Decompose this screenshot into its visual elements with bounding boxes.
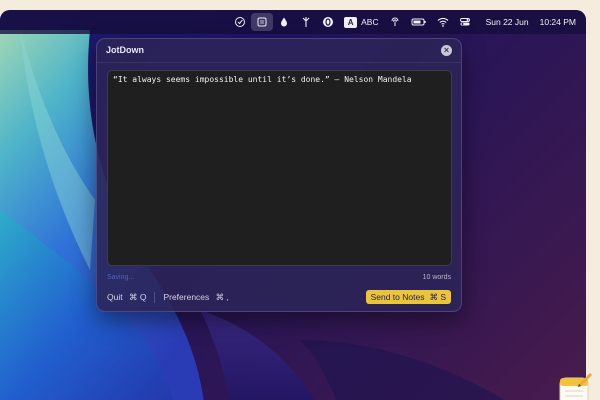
notes-app-icon[interactable] [557, 370, 593, 400]
menubar-time[interactable]: 10:24 PM [534, 17, 576, 27]
send-label: Send to Notes [370, 292, 425, 302]
panel-title: JotDown [106, 45, 144, 55]
save-status: Saving... [107, 274, 135, 281]
quit-shortcut: ⌘ Q [128, 291, 147, 302]
control-center-icon[interactable] [454, 10, 476, 34]
input-source-letter: A [344, 16, 358, 28]
quit-button[interactable]: Quit ⌘ Q [107, 292, 146, 303]
wifi-icon[interactable] [432, 10, 454, 34]
airdrop-icon[interactable] [384, 10, 406, 34]
menu-bar: A ABC Sun 22 Jun 10:24 PM [0, 10, 586, 34]
close-button[interactable]: × [441, 45, 452, 56]
panel-header: JotDown × [97, 39, 461, 63]
drop-icon[interactable] [273, 10, 295, 34]
quit-label: Quit [107, 291, 123, 302]
menubar-date[interactable]: Sun 22 Jun [476, 17, 534, 27]
o-circle-icon[interactable] [317, 10, 339, 34]
panel-footer: Quit ⌘ Q Preferences ⌘ , [107, 290, 229, 304]
fork-icon[interactable] [295, 10, 317, 34]
footer-divider [154, 291, 156, 303]
input-source-label: ABC [361, 17, 379, 27]
send-shortcut: ⌘ S [429, 291, 446, 302]
edit-check-icon[interactable] [229, 10, 251, 34]
desktop: A ABC Sun 22 Jun 10:24 PM JotDown × “It … [0, 10, 586, 400]
note-editor[interactable]: “It always seems impossible until it’s d… [107, 70, 452, 266]
preferences-label: Preferences [163, 291, 210, 302]
preferences-button[interactable]: Preferences ⌘ , [163, 292, 228, 303]
jotdown-menu-icon[interactable] [251, 13, 274, 31]
jotdown-panel: JotDown × “It always seems impossible un… [96, 38, 462, 312]
word-count: 10 words [422, 274, 451, 281]
input-source-icon[interactable]: A ABC [339, 10, 383, 34]
preferences-shortcut: ⌘ , [215, 291, 229, 302]
battery-icon[interactable] [406, 10, 432, 34]
send-to-notes-button[interactable]: Send to Notes ⌘ S [365, 290, 451, 304]
